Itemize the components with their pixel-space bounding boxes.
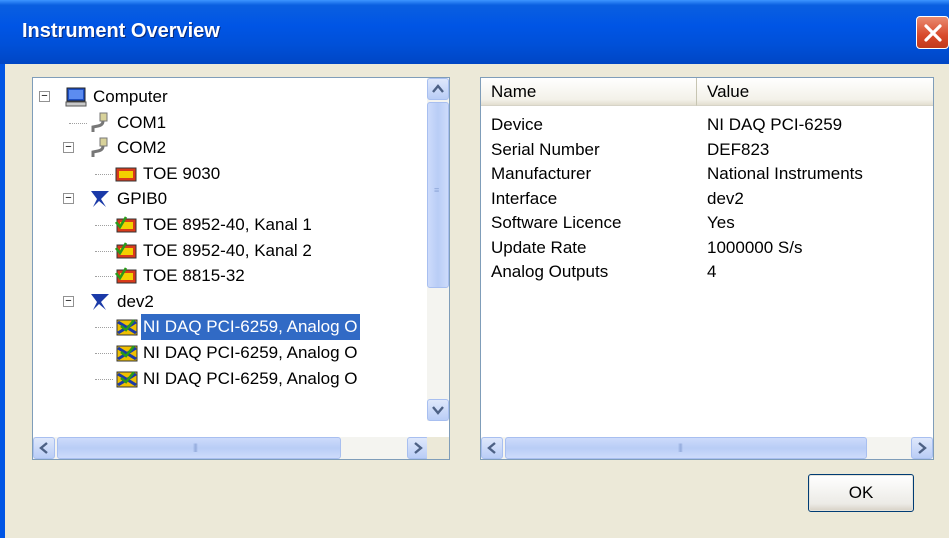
tree-node-label[interactable]: TOE 8815-32 xyxy=(141,263,247,289)
serial-port-icon xyxy=(89,137,111,159)
close-icon xyxy=(924,24,942,42)
property-value: dev2 xyxy=(707,188,744,208)
serial-port-icon xyxy=(89,112,111,134)
tree-node[interactable]: − dev2 xyxy=(33,289,429,315)
scroll-right-button[interactable] xyxy=(911,437,933,459)
arrow-right-icon xyxy=(414,442,423,454)
ok-button[interactable]: OK xyxy=(808,474,914,512)
property-value: National Instruments xyxy=(707,164,863,183)
tree-node[interactable]: NI DAQ PCI-6259, Analog O xyxy=(33,366,429,392)
tree-node-label[interactable]: TOE 8952-40, Kanal 1 xyxy=(141,212,314,238)
collapse-toggle[interactable]: − xyxy=(63,142,74,154)
property-name: Analog Outputs xyxy=(491,262,609,281)
scroll-down-button[interactable] xyxy=(427,399,449,421)
property-name: Serial Number xyxy=(491,139,600,159)
tree-node-label[interactable]: NI DAQ PCI-6259, Analog O xyxy=(141,366,360,392)
tree-node[interactable]: TOE 8815-32 xyxy=(33,263,429,289)
tree-node[interactable]: COM1 xyxy=(33,110,429,136)
collapse-toggle[interactable]: − xyxy=(39,91,50,102)
column-header-value[interactable]: Value xyxy=(697,78,933,106)
arrow-left-icon xyxy=(487,442,496,454)
tree-connector xyxy=(95,353,113,354)
scrollbar-corner xyxy=(427,437,449,459)
property-name: Software Licence xyxy=(491,213,622,232)
scroll-left-button[interactable] xyxy=(33,437,55,459)
tree-node[interactable]: − COM2 xyxy=(33,135,429,161)
tree-node[interactable]: TOE 8952-40, Kanal 1 xyxy=(33,212,429,238)
property-value: Yes xyxy=(707,213,735,232)
tree-connector xyxy=(95,225,113,226)
tree-node[interactable]: − GPIB0 xyxy=(33,186,429,212)
tree-node-label[interactable]: COM2 xyxy=(115,135,168,161)
tree-vertical-scrollbar[interactable]: ≡ xyxy=(427,78,449,421)
ni-device-icon xyxy=(89,291,111,313)
tree-content: − Computer COM1− COM2 TOE 9030− GPIB0 TOE 8952… xyxy=(33,78,429,439)
tree-connector xyxy=(95,378,113,380)
column-header-name[interactable]: Name xyxy=(481,78,697,106)
scroll-right-button[interactable] xyxy=(407,437,429,459)
scroll-thumb-horizontal[interactable]: ||| xyxy=(57,437,341,459)
collapse-toggle[interactable]: − xyxy=(63,193,74,205)
arrow-down-icon xyxy=(432,406,444,415)
scroll-up-button[interactable] xyxy=(427,78,449,100)
toe-device-icon xyxy=(115,163,137,185)
tree-node-label[interactable]: TOE 8952-40, Kanal 2 xyxy=(141,238,314,264)
property-value: NI DAQ PCI-6259 xyxy=(707,115,843,134)
ni-daq-icon xyxy=(115,368,138,390)
collapse-toggle[interactable]: − xyxy=(63,295,74,307)
arrow-right-icon xyxy=(918,442,927,454)
window-title: Instrument Overview xyxy=(22,20,220,42)
arrow-left-icon xyxy=(39,442,48,454)
properties-horizontal-scrollbar[interactable]: ||| xyxy=(481,437,933,459)
arrow-up-icon xyxy=(432,84,444,93)
property-value: 1000000 S/s xyxy=(707,237,803,257)
tree-connector xyxy=(69,122,87,124)
tree-connector xyxy=(95,173,113,175)
property-value: 4 xyxy=(707,262,717,281)
properties-list[interactable]: Name Value Device NI DAQ PCI-6259 Serial N… xyxy=(480,77,934,460)
grip-icon: ||| xyxy=(193,442,198,452)
tree-node-label[interactable]: TOE 9030 xyxy=(141,161,222,187)
gpib-bus-icon xyxy=(89,188,111,210)
tree-horizontal-scrollbar[interactable]: ||| xyxy=(33,437,429,459)
tree-node-label[interactable]: NI DAQ PCI-6259, Analog O xyxy=(141,340,360,366)
property-value: DEF823 xyxy=(707,139,770,159)
grip-icon: ||| xyxy=(678,442,683,452)
scroll-thumb[interactable]: ≡ xyxy=(427,102,449,288)
tree-node-label[interactable]: Computer xyxy=(91,84,170,110)
property-name: Interface xyxy=(491,188,558,208)
tree-node-label[interactable]: GPIB0 xyxy=(115,186,169,212)
ni-daq-icon xyxy=(115,342,138,364)
tree-connector xyxy=(95,327,113,329)
tree-connector xyxy=(95,276,113,278)
tree-node[interactable]: NI DAQ PCI-6259, Analog O xyxy=(33,313,429,342)
tree-connector xyxy=(95,250,113,252)
tree-node[interactable]: TOE 8952-40, Kanal 2 xyxy=(33,238,429,264)
toe-device-check-icon xyxy=(114,214,137,236)
tree-node[interactable]: − Computer xyxy=(33,84,429,110)
tree-node-label[interactable]: COM1 xyxy=(115,110,168,136)
toe-device-check-icon xyxy=(114,265,137,287)
tree-node-label[interactable]: dev2 xyxy=(115,289,156,315)
ni-daq-icon xyxy=(115,316,138,338)
toe-device-check-icon xyxy=(114,240,137,262)
close-button[interactable] xyxy=(916,16,949,49)
scroll-left-button[interactable] xyxy=(481,437,503,459)
tree-node-label[interactable]: NI DAQ PCI-6259, Analog O xyxy=(140,313,361,342)
property-name: Manufacturer xyxy=(491,164,592,183)
property-name: Update Rate xyxy=(491,237,587,257)
scroll-thumb-horizontal[interactable]: ||| xyxy=(505,437,867,459)
window-frame xyxy=(0,64,5,538)
title-bar[interactable]: Instrument Overview xyxy=(0,0,949,64)
tree-node[interactable]: NI DAQ PCI-6259, Analog O xyxy=(33,340,429,366)
tree-node[interactable]: TOE 9030 xyxy=(33,161,429,187)
computer-icon xyxy=(65,86,87,108)
instrument-tree[interactable]: − Computer COM1− COM2 TOE 9030− GPIB0 TOE 8952… xyxy=(32,77,450,460)
property-name: Device xyxy=(491,115,543,134)
grip-icon: ≡ xyxy=(434,185,439,195)
